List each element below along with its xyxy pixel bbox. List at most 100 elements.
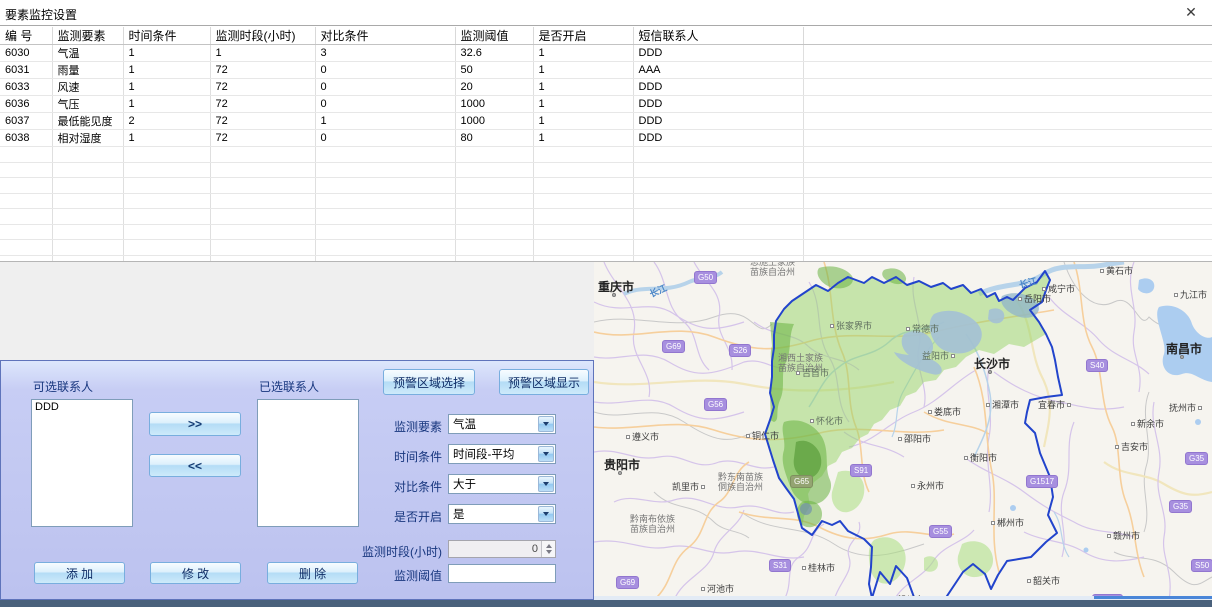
table-row[interactable]: 6036气压172010001DDD	[0, 96, 1212, 113]
column-header[interactable]: 监测要素	[52, 27, 123, 45]
map-city-label: 张家界市	[830, 321, 872, 331]
threshold-input[interactable]	[448, 564, 556, 583]
dropdown-arrow-button[interactable]	[538, 506, 554, 522]
table-row[interactable]: 6031雨量1720501AAA	[0, 62, 1212, 79]
compare-condition-label: 对比条件	[346, 478, 442, 495]
map-view[interactable]: 重庆市黄石市咸宁市九江市岳阳市张家界市常德市益阳市长沙市南昌市湘西土家族苗族自治…	[594, 262, 1212, 600]
available-contacts-listbox[interactable]: DDD	[31, 399, 133, 527]
map-city-label: 侗族自治州	[718, 482, 763, 492]
column-header[interactable]: 短信联系人	[633, 27, 803, 45]
city-marker-icon	[964, 456, 968, 460]
warning-area-select-button[interactable]: 预警区域选择	[383, 369, 475, 395]
column-header[interactable]: 是否开启	[533, 27, 633, 45]
map-city-label: 南昌市	[1166, 344, 1202, 354]
table-row[interactable]: 6030气温11332.61DDD	[0, 45, 1212, 62]
map-city-label: 新余市	[1131, 419, 1164, 429]
table-cell: 气压	[52, 96, 123, 113]
city-name: 娄底市	[934, 407, 961, 417]
table-cell	[315, 255, 455, 262]
add-button[interactable]: 添 加	[34, 562, 125, 584]
column-header[interactable]: 编 号	[0, 27, 52, 45]
selected-contacts-listbox[interactable]	[257, 399, 359, 527]
table-cell: 0	[315, 130, 455, 147]
table-cell	[315, 147, 455, 163]
table-cell: 1	[533, 79, 633, 96]
settings-panel: 预警区域选择 预警区域显示 可选联系人 DDD >> << 已选联系人 监测要素…	[0, 360, 594, 600]
map-city-label: 贵阳市	[604, 460, 640, 470]
modify-button[interactable]: 修 改	[150, 562, 241, 584]
time-condition-combobox[interactable]: 时间段-平均	[448, 444, 556, 464]
table-row[interactable]: 6038相对湿度1720801DDD	[0, 130, 1212, 147]
city-marker-icon	[1131, 422, 1135, 426]
dropdown-arrow-button[interactable]	[538, 446, 554, 462]
dropdown-arrow-button[interactable]	[538, 476, 554, 492]
road-shield: G56	[704, 398, 727, 411]
table-cell	[803, 130, 1212, 147]
element-combobox[interactable]: 气温	[448, 414, 556, 434]
table-cell: DDD	[633, 79, 803, 96]
table-header-row: 编 号监测要素时间条件监测时段(小时)对比条件监测阈值是否开启短信联系人	[0, 27, 1212, 45]
table-cell: 1	[533, 130, 633, 147]
delete-button[interactable]: 删 除	[267, 562, 358, 584]
table-cell	[0, 224, 52, 240]
move-left-button[interactable]: <<	[149, 454, 241, 477]
table-cell: 6031	[0, 62, 52, 79]
table-cell	[533, 147, 633, 163]
column-header[interactable]: 对比条件	[315, 27, 455, 45]
table-cell	[803, 224, 1212, 240]
table-cell	[633, 209, 803, 225]
table-cell	[315, 240, 455, 256]
table-cell: 1	[123, 130, 210, 147]
table-cell	[123, 147, 210, 163]
map-city-label: 湘西土家族	[778, 353, 823, 363]
city-name: 宜春市	[1038, 400, 1065, 410]
list-item[interactable]: DDD	[32, 400, 132, 414]
city-name: 怀化市	[816, 416, 843, 426]
table-empty-row	[0, 162, 1212, 178]
city-name: 长沙市	[974, 359, 1010, 369]
map-city-label: 赣州市	[1107, 531, 1140, 541]
move-right-button[interactable]: >>	[149, 412, 241, 436]
city-marker-icon	[986, 403, 990, 407]
column-header[interactable]: 时间条件	[123, 27, 210, 45]
warning-area-display-button[interactable]: 预警区域显示	[499, 369, 589, 395]
table-cell	[803, 79, 1212, 96]
table-cell	[52, 178, 123, 194]
table-row[interactable]: 6037最低能见度272110001DDD	[0, 113, 1212, 130]
table-cell	[210, 209, 315, 225]
table-cell: 1	[123, 79, 210, 96]
column-header[interactable]	[803, 27, 1212, 45]
table-cell	[0, 255, 52, 262]
city-name: 衡阳市	[970, 453, 997, 463]
spinner-up-icon	[546, 544, 552, 548]
table-cell	[123, 240, 210, 256]
table-cell: AAA	[633, 62, 803, 79]
table-cell: 72	[210, 96, 315, 113]
table-cell	[803, 147, 1212, 163]
chevron-down-icon	[543, 512, 549, 516]
road-shield: G50	[694, 271, 717, 284]
table-cell	[455, 209, 533, 225]
table-cell	[52, 193, 123, 209]
table-cell	[803, 193, 1212, 209]
spinner-arrows[interactable]	[541, 541, 555, 557]
table-empty-row	[0, 255, 1212, 262]
column-header[interactable]: 监测时段(小时)	[210, 27, 315, 45]
table-cell: 80	[455, 130, 533, 147]
close-icon[interactable]: ✕	[1182, 4, 1200, 21]
table-cell	[210, 147, 315, 163]
enabled-combobox[interactable]: 是	[448, 504, 556, 524]
table-cell: 6030	[0, 45, 52, 62]
chevron-down-icon	[543, 452, 549, 456]
table-row[interactable]: 6033风速1720201DDD	[0, 79, 1212, 96]
map-city-label: 桂林市	[802, 563, 835, 573]
period-spinner[interactable]: 0	[448, 540, 556, 558]
table-cell: 1000	[455, 96, 533, 113]
table-cell: 雨量	[52, 62, 123, 79]
table-cell: 1	[533, 62, 633, 79]
compare-condition-combobox[interactable]: 大于	[448, 474, 556, 494]
column-header[interactable]: 监测阈值	[455, 27, 533, 45]
table-empty-row	[0, 209, 1212, 225]
city-name: 韶关市	[1033, 576, 1060, 586]
dropdown-arrow-button[interactable]	[538, 416, 554, 432]
